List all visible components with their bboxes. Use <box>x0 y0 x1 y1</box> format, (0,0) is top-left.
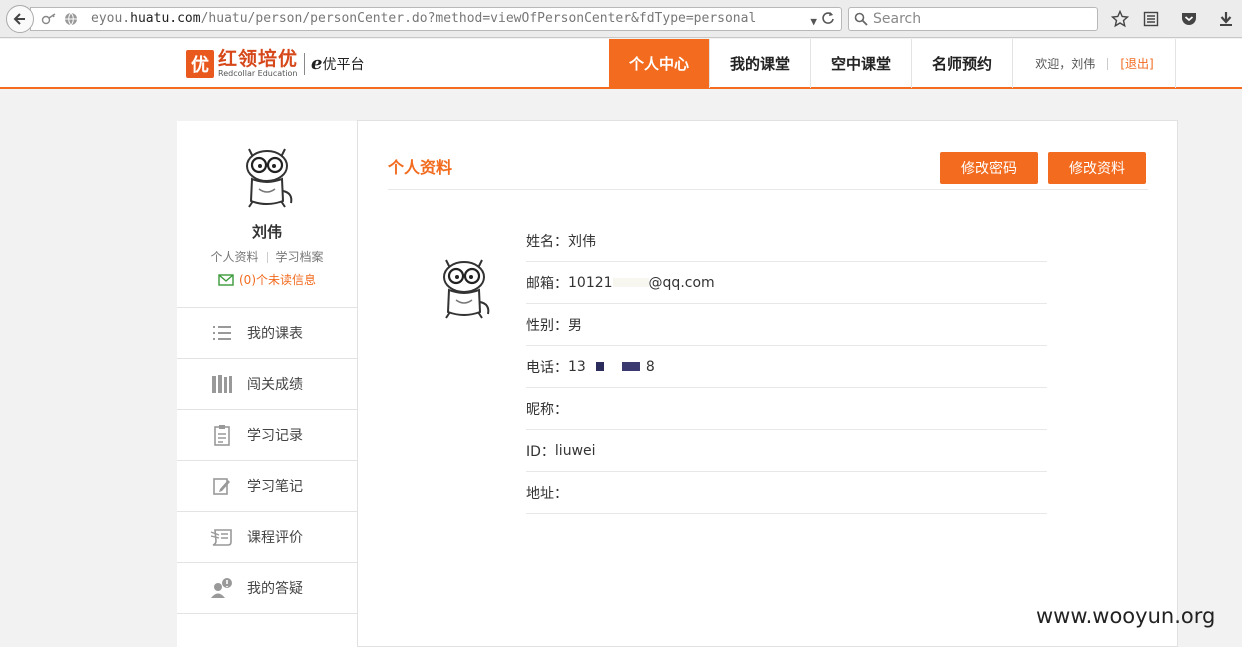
profile-info: 姓名： 刘伟 邮箱： 10121 @qq.com 性别：男 电话： 13 8 昵称： ID… <box>526 220 1047 514</box>
globe-icon <box>63 11 79 35</box>
field-email: 邮箱： 10121 @qq.com <box>526 262 1047 304</box>
arrow-left-icon <box>13 13 25 25</box>
books-icon <box>210 372 234 396</box>
logout-link[interactable]: [退出] <box>1120 55 1153 72</box>
profile-links: 个人资料 学习档案 <box>177 248 357 265</box>
user-question-icon <box>210 576 234 600</box>
field-id: ID： liuwei <box>526 430 1047 472</box>
sidebar-item-reviews[interactable]: 课程评价 <box>177 512 357 563</box>
page-title: 个人资料 <box>388 158 453 177</box>
archive-link[interactable]: 学习档案 <box>276 250 324 264</box>
profile-link[interactable]: 个人资料 <box>210 250 258 264</box>
unread-messages[interactable]: (0)个未读信息 <box>177 271 357 288</box>
logo-divider <box>304 52 306 75</box>
user-welcome: 欢迎，刘伟 [退出] <box>1014 39 1176 88</box>
pocket-icon[interactable] <box>1179 9 1199 29</box>
sidebar-item-records[interactable]: 学习记录 <box>177 410 357 461</box>
edit-profile-button[interactable]: 修改资料 <box>1048 152 1146 184</box>
download-icon[interactable] <box>1216 9 1236 29</box>
browser-toolbar: eyou.huatu.com/huatu/person/personCenter… <box>0 0 1242 38</box>
review-scroll-icon <box>210 525 234 549</box>
logo-mark: 优 <box>186 49 214 78</box>
platform-name: e优平台 <box>311 53 365 74</box>
sidebar-item-label: 我的课表 <box>247 326 303 342</box>
sidebar-item-schedule[interactable]: 我的课表 <box>177 308 357 359</box>
title-divider <box>388 189 1148 190</box>
url-bar[interactable]: eyou.huatu.com/huatu/person/personCenter… <box>30 7 842 31</box>
logo-name: 红领培优 <box>218 48 299 70</box>
watermark: www.wooyun.org <box>1036 604 1216 628</box>
main-nav: 个人中心 我的课堂 空中课堂 名师预约 <box>609 39 1013 88</box>
nav-online-classroom[interactable]: 空中课堂 <box>811 39 912 88</box>
reading-list-icon[interactable] <box>1141 9 1161 29</box>
site-identity-icon[interactable] <box>41 11 57 35</box>
profile-panel: 个人资料 修改密码 修改资料 姓名： 刘伟 邮箱： 10121 @qq.com 性别：… <box>357 120 1178 647</box>
field-phone: 电话： 13 8 <box>526 346 1047 388</box>
sidebar-item-label: 学习笔记 <box>247 479 303 495</box>
site-header: 优 红领培优 Redcollar Education e优平台 个人中心 我的课… <box>0 39 1242 89</box>
clipboard-icon <box>210 423 234 447</box>
note-edit-icon <box>210 474 234 498</box>
sidebar: 刘伟 个人资料 学习档案 (0)个未读信息 我的课表 闯关成绩 学习记录 学习笔… <box>177 121 357 647</box>
nav-my-classroom[interactable]: 我的课堂 <box>710 39 811 88</box>
field-address: 地址： <box>526 472 1047 514</box>
sidebar-menu: 我的课表 闯关成绩 学习记录 学习笔记 课程评价 我的答疑 <box>177 307 357 614</box>
sidebar-item-label: 我的答疑 <box>247 581 303 597</box>
envelope-icon <box>218 273 234 286</box>
sidebar-item-notes[interactable]: 学习笔记 <box>177 461 357 512</box>
redaction-mask <box>621 362 640 371</box>
redaction-mask <box>595 362 604 371</box>
search-input[interactable]: Search <box>848 7 1098 31</box>
back-button[interactable] <box>6 5 34 33</box>
profile-avatar <box>432 250 496 322</box>
logo-english: Redcollar Education <box>218 69 298 78</box>
sidebar-item-label: 闯关成绩 <box>247 377 303 393</box>
sidebar-item-qa[interactable]: 我的答疑 <box>177 563 357 614</box>
sidebar-item-label: 课程评价 <box>247 530 303 546</box>
field-nickname: 昵称： <box>526 388 1047 430</box>
change-password-button[interactable]: 修改密码 <box>940 152 1038 184</box>
redaction-mask <box>612 278 649 287</box>
avatar[interactable] <box>235 139 299 211</box>
sidebar-item-label: 学习记录 <box>247 428 303 444</box>
field-name: 姓名： 刘伟 <box>526 220 1047 262</box>
sidebar-item-scores[interactable]: 闯关成绩 <box>177 359 357 410</box>
list-icon <box>210 321 234 345</box>
field-gender: 性别：男 <box>526 304 1047 346</box>
search-icon <box>854 11 868 33</box>
reload-icon[interactable] <box>821 11 835 33</box>
user-name: 刘伟 <box>251 223 282 241</box>
site-logo[interactable]: 优 红领培优 Redcollar Education e优平台 <box>186 49 364 78</box>
nav-personal-center[interactable]: 个人中心 <box>609 39 710 88</box>
welcome-text: 欢迎，刘伟 <box>1035 57 1096 71</box>
dropdown-arrow-icon[interactable]: ▼ <box>810 11 817 33</box>
nav-teacher-booking[interactable]: 名师预约 <box>912 39 1013 88</box>
bookmark-star-icon[interactable] <box>1110 9 1130 29</box>
unread-messages-label: (0)个未读信息 <box>239 273 316 287</box>
url-text[interactable]: eyou.huatu.com/huatu/person/personCenter… <box>91 8 756 30</box>
